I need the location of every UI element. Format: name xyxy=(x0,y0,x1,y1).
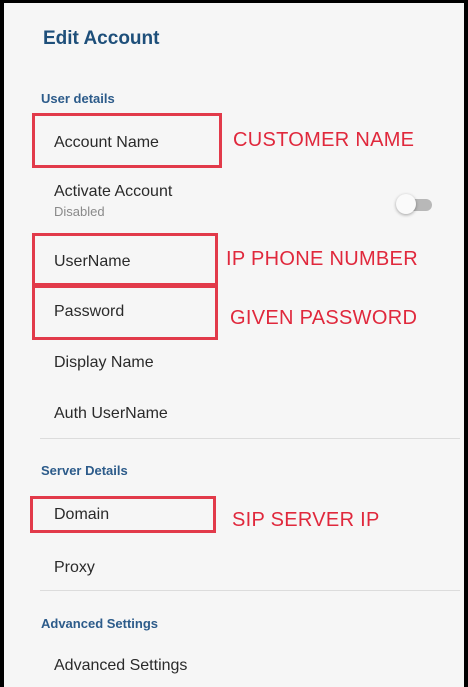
annotation-customer-name: CUSTOMER NAME xyxy=(233,129,415,151)
settings-screen: Edit Account User details Account Name A… xyxy=(0,0,468,687)
annotation-given-password: GIVEN PASSWORD xyxy=(230,307,418,329)
section-header-server-details: Server Details xyxy=(41,463,128,478)
annotation-ip-phone-number: IP PHONE NUMBER xyxy=(226,248,418,270)
display-name-item[interactable]: Display Name xyxy=(54,354,154,372)
auth-username-item[interactable]: Auth UserName xyxy=(54,405,168,423)
section-divider xyxy=(40,438,460,439)
advanced-settings-item[interactable]: Advanced Settings xyxy=(54,657,187,675)
annotation-sip-server-ip: SIP SERVER IP xyxy=(232,509,380,531)
activate-account-status: Disabled xyxy=(54,204,105,219)
highlight-box-domain xyxy=(30,496,216,533)
highlight-box-account-name xyxy=(32,113,222,168)
toggle-thumb[interactable] xyxy=(396,194,416,214)
section-header-advanced-settings: Advanced Settings xyxy=(41,616,159,631)
highlight-box-password xyxy=(32,285,218,340)
page-title: Edit Account xyxy=(43,28,160,49)
activate-account-item[interactable]: Activate Account xyxy=(54,183,172,201)
highlight-box-username xyxy=(32,233,218,286)
section-divider xyxy=(40,590,460,591)
section-header-user-details: User details xyxy=(41,91,115,106)
proxy-item[interactable]: Proxy xyxy=(54,559,95,577)
